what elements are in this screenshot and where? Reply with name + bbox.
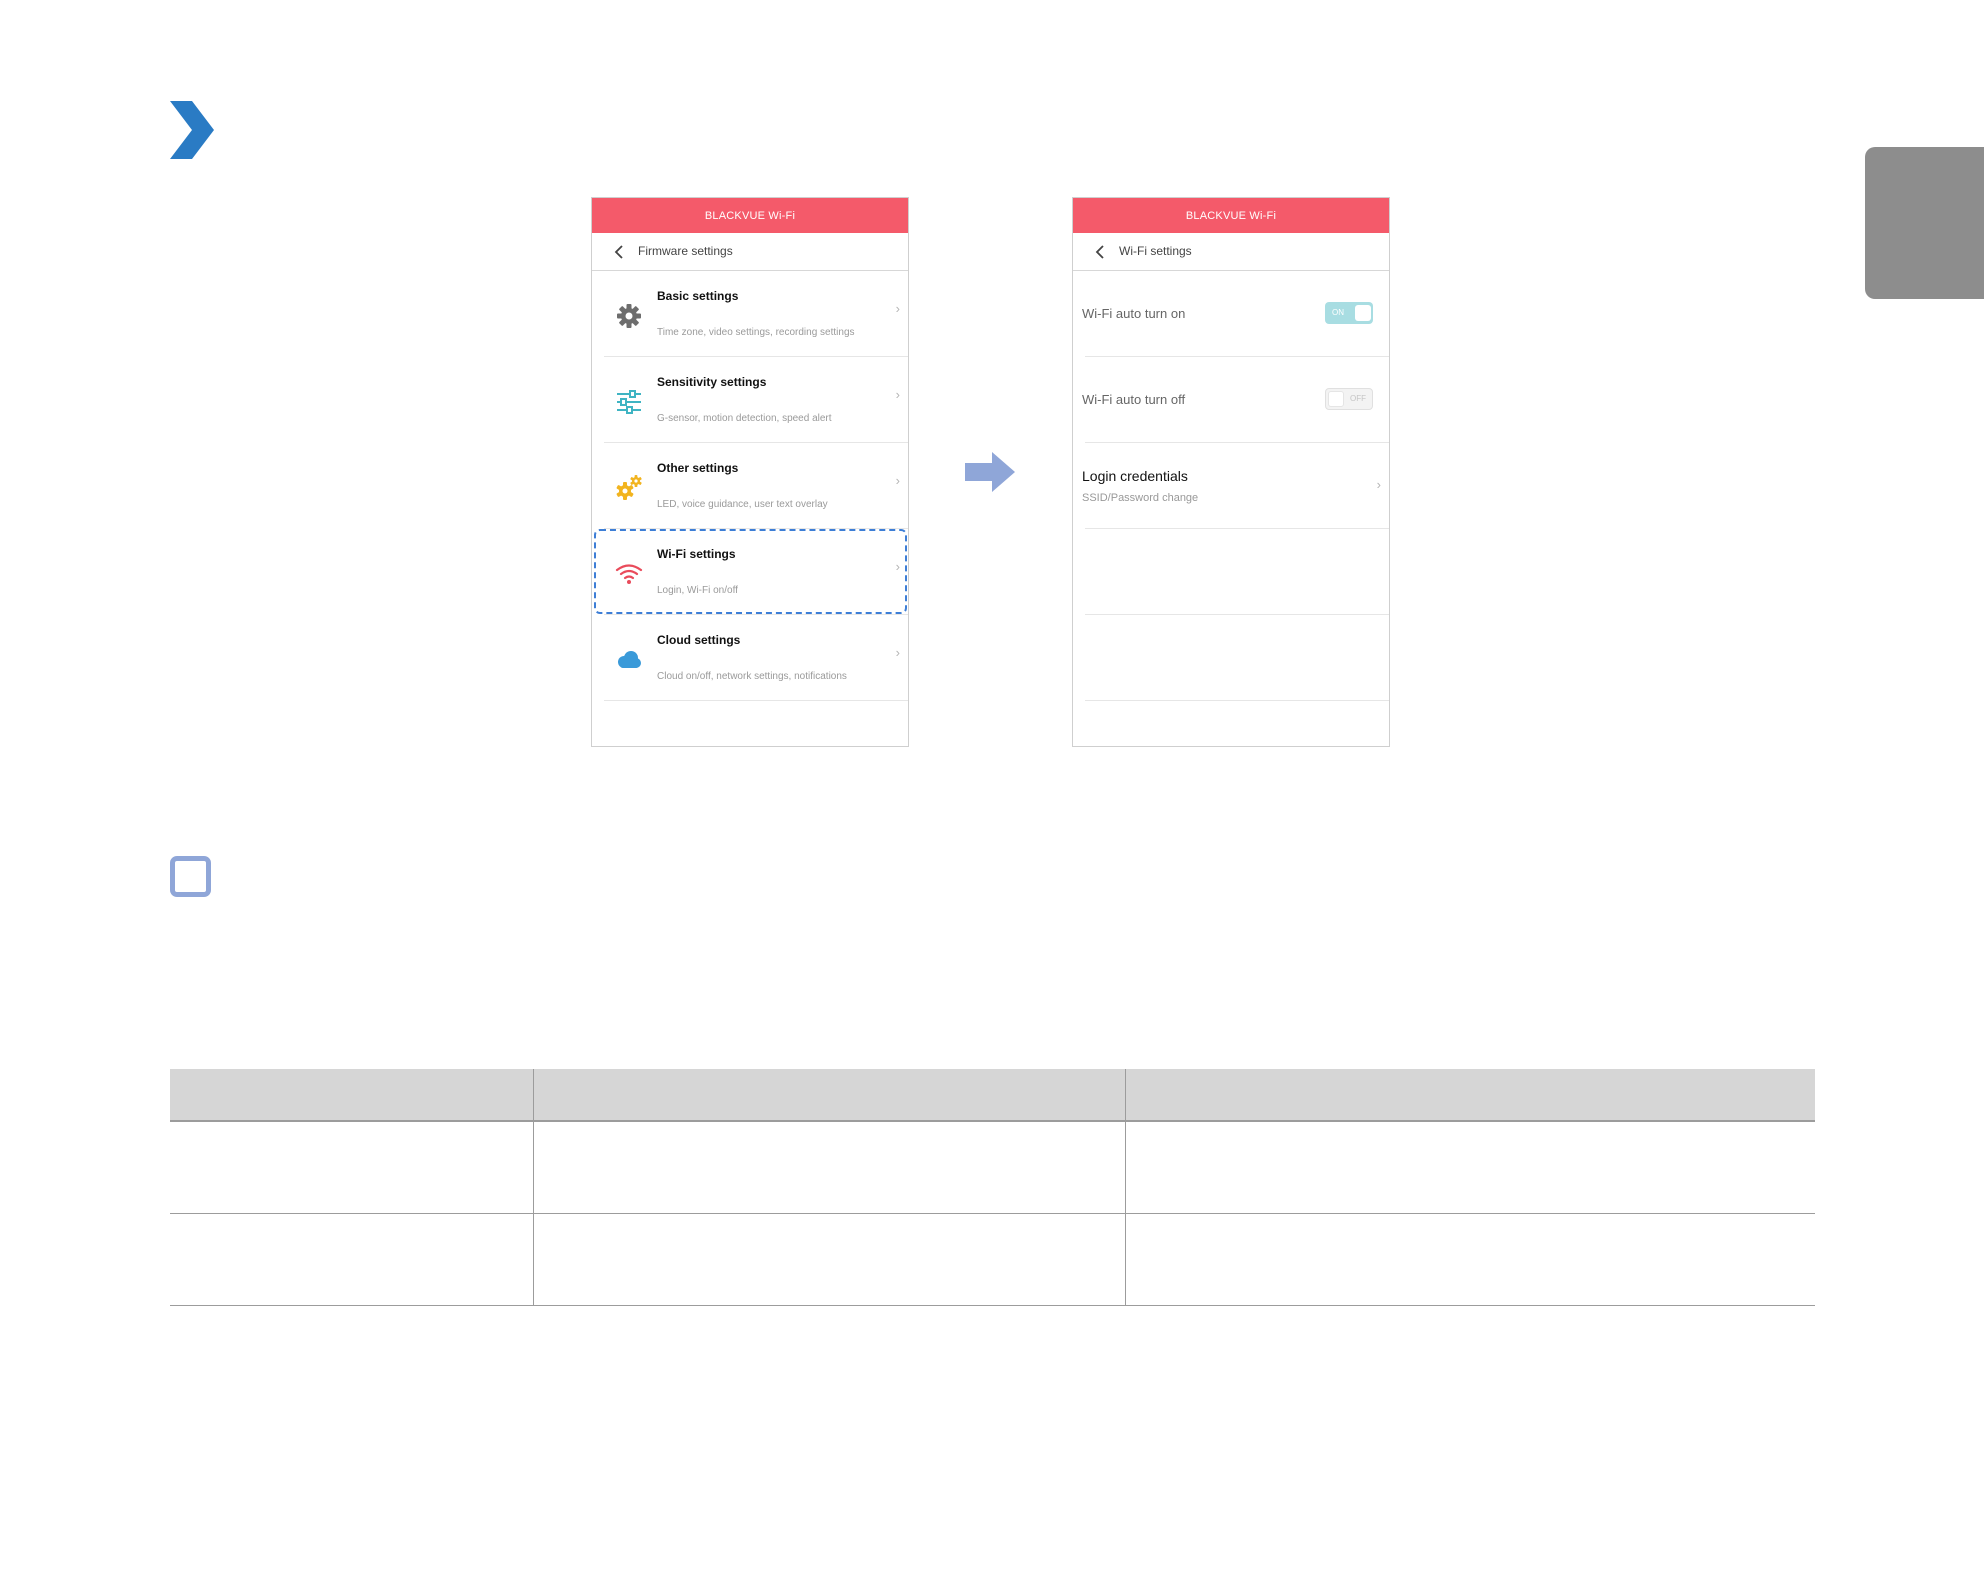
table-cell <box>532 1213 1125 1306</box>
item-subtitle: Cloud on/off, network settings, notifica… <box>657 671 847 682</box>
item-title: Basic settings <box>657 289 739 303</box>
chevron-left-icon[interactable] <box>1095 245 1105 259</box>
chevron-right-icon: › <box>895 301 900 316</box>
table-header-cell <box>532 1069 1125 1122</box>
chevron-right-icon: › <box>1376 477 1381 492</box>
wifi-auto-off-row: Wi-Fi auto turn off OFF <box>1082 357 1389 443</box>
item-title: Sensitivity settings <box>657 375 767 389</box>
toggle-knob <box>1328 391 1344 407</box>
table-header-cell <box>1124 1069 1815 1122</box>
nav-title: Wi-Fi settings <box>1119 244 1192 258</box>
table-cell <box>532 1121 1125 1214</box>
table-cell <box>170 1213 533 1306</box>
cloud-settings-item[interactable]: Cloud settings Cloud on/off, network set… <box>604 615 908 701</box>
app-title: BLACKVUE Wi-Fi <box>592 198 908 233</box>
wifi-auto-on-row: Wi-Fi auto turn on ON <box>1082 271 1389 357</box>
chevron-left-icon[interactable] <box>614 245 624 259</box>
empty-row <box>1085 615 1389 701</box>
table-header-row <box>170 1069 1815 1122</box>
cloud-icon <box>614 645 644 675</box>
wifi-auto-on-label: Wi-Fi auto turn on <box>1082 306 1186 321</box>
note-square-icon <box>170 856 211 897</box>
other-settings-item[interactable]: Other settings LED, voice guidance, user… <box>604 443 908 529</box>
nav-bar: Wi-Fi settings <box>1073 233 1389 271</box>
arrow-right-icon <box>965 452 1015 492</box>
table-header-cell <box>170 1069 533 1122</box>
login-credentials-item[interactable]: Login credentials SSID/Password change › <box>1082 443 1389 529</box>
chevron-right-icon: › <box>895 387 900 402</box>
chevron-right-icon: › <box>895 473 900 488</box>
chevron-right-icon <box>170 101 214 159</box>
table-cell <box>170 1121 533 1214</box>
table-cell <box>1124 1121 1815 1214</box>
settings-table <box>170 1069 1815 1306</box>
nav-bar: Firmware settings <box>592 233 908 271</box>
wifi-auto-off-toggle[interactable]: OFF <box>1325 388 1373 410</box>
table-row <box>170 1213 1815 1306</box>
sliders-icon <box>614 387 644 417</box>
item-subtitle: LED, voice guidance, user text overlay <box>657 499 828 510</box>
gear-icon <box>614 301 644 331</box>
item-title: Other settings <box>657 461 739 475</box>
item-subtitle: G-sensor, motion detection, speed alert <box>657 413 832 424</box>
table-row <box>170 1121 1815 1214</box>
toggle-state: ON <box>1332 308 1344 317</box>
login-subtitle: SSID/Password change <box>1082 492 1199 504</box>
wifi-settings-screen: BLACKVUE Wi-Fi Wi-Fi settings Wi-Fi auto… <box>1072 197 1390 747</box>
chevron-right-icon: › <box>895 645 900 660</box>
nav-title: Firmware settings <box>638 244 733 258</box>
toggle-state: OFF <box>1350 394 1366 403</box>
login-title: Login credentials <box>1082 468 1188 484</box>
item-subtitle: Time zone, video settings, recording set… <box>657 327 855 338</box>
basic-settings-item[interactable]: Basic settings Time zone, video settings… <box>604 271 908 357</box>
sensitivity-settings-item[interactable]: Sensitivity settings G-sensor, motion de… <box>604 357 908 443</box>
empty-row <box>1085 529 1389 615</box>
item-title: Cloud settings <box>657 633 741 647</box>
table-cell <box>1124 1213 1815 1306</box>
wifi-settings-highlight <box>594 529 907 614</box>
wifi-auto-on-toggle[interactable]: ON <box>1325 302 1373 324</box>
firmware-settings-screen: BLACKVUE Wi-Fi Firmware settings Basic s… <box>591 197 909 747</box>
wifi-auto-off-label: Wi-Fi auto turn off <box>1082 392 1186 407</box>
toggle-knob <box>1355 305 1371 321</box>
side-tab <box>1865 147 1984 299</box>
gears-icon <box>614 473 644 503</box>
app-title: BLACKVUE Wi-Fi <box>1073 198 1389 233</box>
